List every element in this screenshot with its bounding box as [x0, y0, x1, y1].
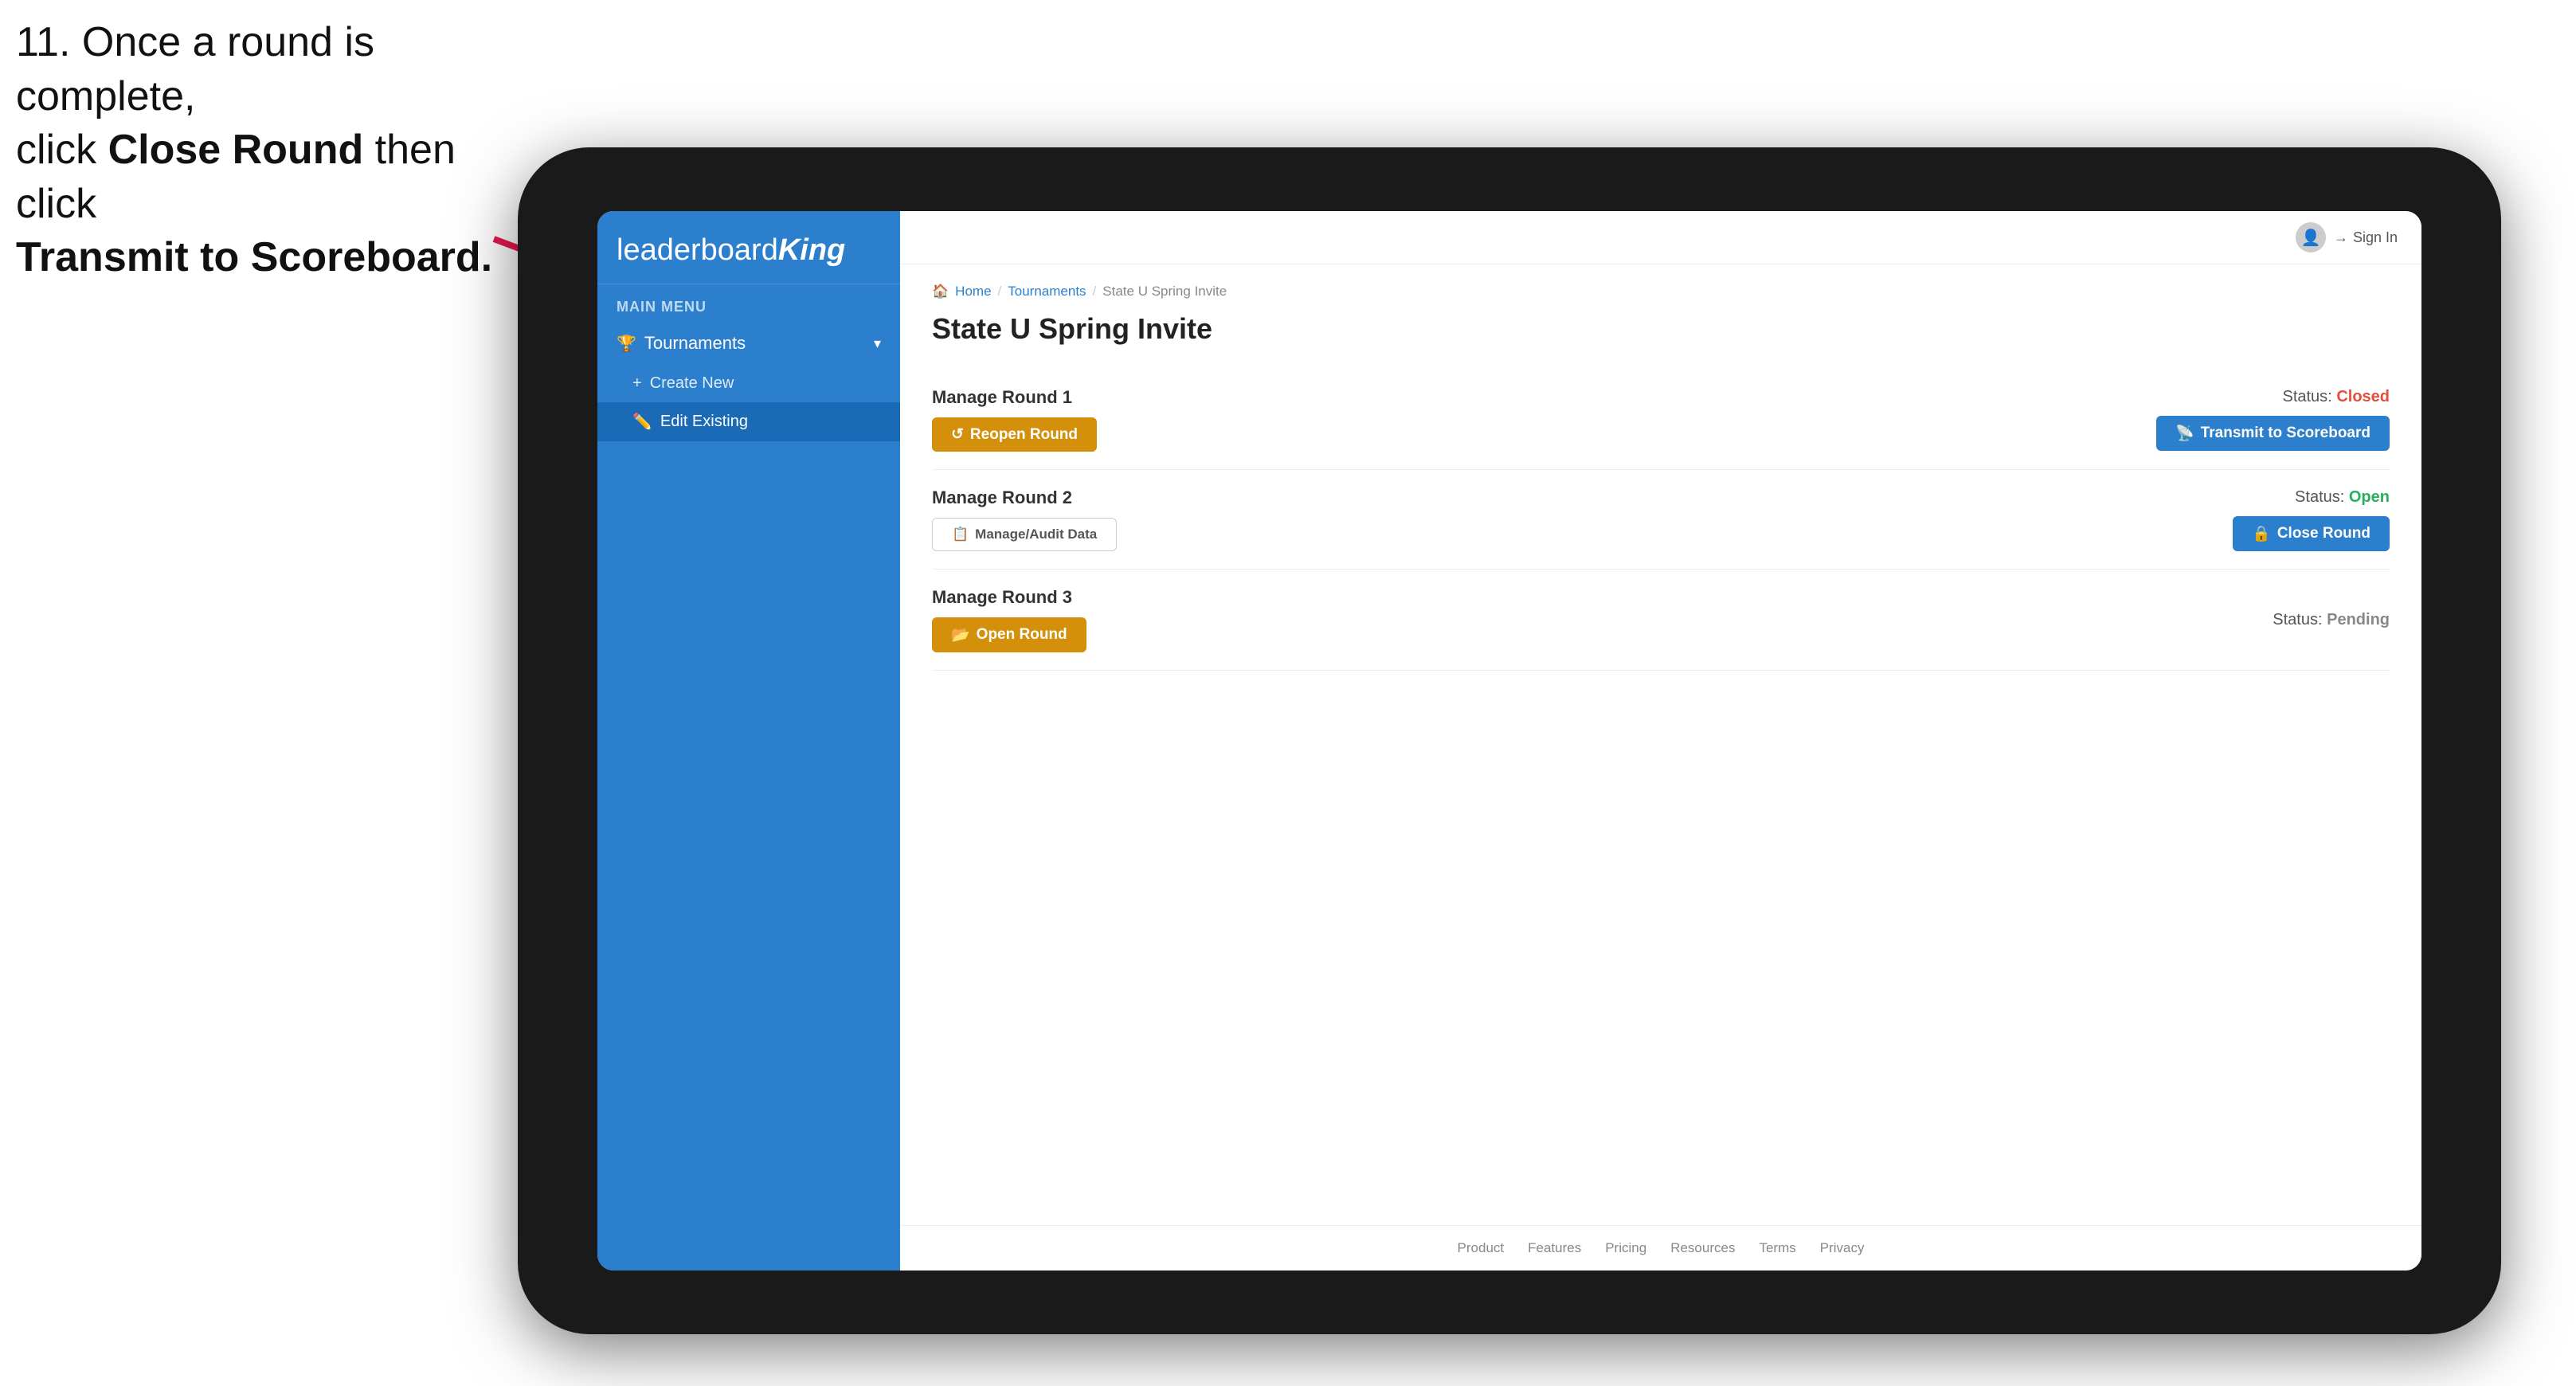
create-new-label: Create New — [650, 374, 734, 393]
reopen-round-button[interactable]: ↺ Reopen Round — [932, 417, 1097, 452]
sidebar-tournaments-label: Tournaments — [644, 333, 746, 354]
plus-icon: + — [632, 374, 642, 393]
transmit-label: Transmit to Scoreboard — [2201, 425, 2370, 442]
open-round-label: Open Round — [977, 626, 1067, 644]
round-3-right: Status: Pending — [2273, 611, 2390, 629]
sidebar-logo: leaderboardKing — [597, 211, 900, 284]
open-icon: 📂 — [951, 625, 970, 644]
manage-audit-button[interactable]: 📋 Manage/Audit Data — [932, 518, 1117, 551]
tablet-frame: leaderboardKing MAIN MENU 🏆 Tournaments … — [518, 147, 2501, 1334]
reopen-icon: ↺ — [951, 425, 964, 444]
edit-icon: ✏️ — [632, 412, 652, 432]
main-content: 👤 → Sign In 🏠 Home / Tournaments / — [900, 211, 2421, 1270]
round-1-status-value: Closed — [2336, 388, 2390, 405]
top-bar: 👤 → Sign In — [900, 211, 2421, 264]
edit-existing-label: Edit Existing — [660, 413, 748, 431]
logo-king: King — [778, 233, 845, 267]
round-2-title: Manage Round 2 — [932, 487, 1117, 508]
page-footer: Product Features Pricing Resources Terms… — [900, 1225, 2421, 1270]
round-2-left: Manage Round 2 📋 Manage/Audit Data — [932, 487, 1117, 551]
footer-resources[interactable]: Resources — [1670, 1240, 1735, 1256]
round-3-status-value: Pending — [2327, 611, 2390, 628]
sidebar-edit-existing[interactable]: ✏️ Edit Existing — [597, 402, 900, 441]
breadcrumb-sep2: / — [1093, 284, 1097, 300]
breadcrumb: 🏠 Home / Tournaments / State U Spring In… — [932, 284, 2390, 300]
breadcrumb-home-link[interactable]: Home — [955, 284, 991, 300]
page-title: State U Spring Invite — [932, 312, 2390, 346]
audit-icon: 📋 — [952, 527, 969, 542]
round-1-right: Status: Closed 📡 Transmit to Scoreboard — [2156, 388, 2390, 451]
round-3-title: Manage Round 3 — [932, 587, 1086, 608]
round-3-row: Manage Round 3 📂 Open Round Status: Pend… — [932, 570, 2390, 671]
round-3-left: Manage Round 3 📂 Open Round — [932, 587, 1086, 652]
avatar: 👤 — [2296, 222, 2326, 253]
sidebar-create-new[interactable]: + Create New — [597, 365, 900, 402]
round-2-status: Status: Open — [2295, 488, 2390, 507]
sidebar: leaderboardKing MAIN MENU 🏆 Tournaments … — [597, 211, 900, 1270]
round-1-title: Manage Round 1 — [932, 387, 1097, 408]
round-2-row: Manage Round 2 📋 Manage/Audit Data Statu… — [932, 470, 2390, 570]
round-2-right: Status: Open 🔒 Close Round — [2233, 488, 2390, 551]
instruction-line1: 11. Once a round is complete, — [16, 19, 374, 119]
sign-in-label: Sign In — [2353, 229, 2398, 246]
tablet-screen: leaderboardKing MAIN MENU 🏆 Tournaments … — [597, 211, 2421, 1270]
logo-leaderboard: leaderboard — [617, 233, 778, 267]
sign-in-button[interactable]: → Sign In — [2334, 229, 2398, 246]
footer-pricing[interactable]: Pricing — [1605, 1240, 1646, 1256]
breadcrumb-sep1: / — [998, 284, 1002, 300]
open-round-button[interactable]: 📂 Open Round — [932, 617, 1086, 652]
instruction-line2: click — [16, 127, 108, 173]
close-round-label: Close Round — [2277, 525, 2370, 542]
round-1-status: Status: Closed — [2282, 388, 2390, 406]
sign-in-arrow-icon: → — [2334, 229, 2348, 246]
round-1-left: Manage Round 1 ↺ Reopen Round — [932, 387, 1097, 452]
lock-icon: 🔒 — [2252, 524, 2271, 543]
footer-privacy[interactable]: Privacy — [1820, 1240, 1865, 1256]
close-round-button[interactable]: 🔒 Close Round — [2233, 516, 2390, 551]
reopen-label: Reopen Round — [970, 426, 1078, 444]
logo-text: leaderboardKing — [617, 233, 881, 268]
round-2-status-value: Open — [2349, 488, 2390, 506]
main-menu-label: MAIN MENU — [597, 284, 900, 322]
audit-label: Manage/Audit Data — [975, 527, 1097, 542]
transmit-scoreboard-button[interactable]: 📡 Transmit to Scoreboard — [2156, 416, 2390, 451]
breadcrumb-current: State U Spring Invite — [1102, 284, 1227, 300]
page-content: 🏠 Home / Tournaments / State U Spring In… — [900, 264, 2421, 1225]
breadcrumb-home-icon: 🏠 — [932, 284, 949, 300]
transmit-icon: 📡 — [2175, 424, 2194, 443]
footer-features[interactable]: Features — [1528, 1240, 1581, 1256]
trophy-icon: 🏆 — [617, 334, 636, 354]
instruction-bold2: Transmit to Scoreboard. — [16, 234, 492, 280]
breadcrumb-tournaments-link[interactable]: Tournaments — [1008, 284, 1086, 300]
app-layout: leaderboardKing MAIN MENU 🏆 Tournaments … — [597, 211, 2421, 1270]
instruction-block: 11. Once a round is complete, click Clos… — [16, 16, 542, 285]
footer-product[interactable]: Product — [1458, 1240, 1505, 1256]
round-1-row: Manage Round 1 ↺ Reopen Round Status: Cl… — [932, 370, 2390, 470]
chevron-down-icon: ▾ — [874, 335, 881, 352]
instruction-bold1: Close Round — [108, 127, 364, 173]
round-3-status: Status: Pending — [2273, 611, 2390, 629]
sidebar-item-tournaments[interactable]: 🏆 Tournaments ▾ — [597, 322, 900, 365]
footer-terms[interactable]: Terms — [1759, 1240, 1795, 1256]
